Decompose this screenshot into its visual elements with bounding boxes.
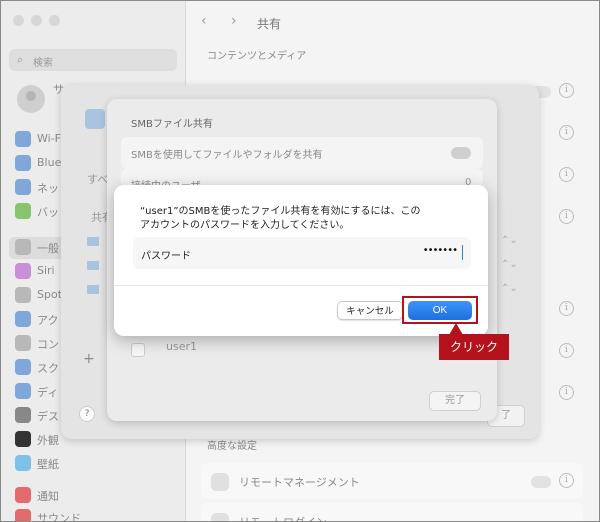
dialog-divider (114, 285, 488, 286)
smb-toggle-label: SMBを使用してファイルやフォルダを共有 (131, 150, 323, 161)
sidebar-item-icon (15, 455, 31, 471)
text-cursor (462, 245, 463, 260)
sidebar-item-label: デス (37, 410, 59, 423)
sidebar-item[interactable]: 通知 (15, 485, 175, 505)
info-icon[interactable]: i (559, 301, 574, 316)
sheet-label-all: すべ (87, 173, 109, 186)
remote-management-label: リモートマネージメント (239, 476, 360, 489)
add-icon[interactable]: + (83, 351, 95, 367)
info-icon[interactable]: i (559, 473, 574, 488)
password-label: パスワード (141, 251, 191, 262)
sidebar-item-label: コン (37, 338, 59, 351)
close-window-icon[interactable] (13, 15, 24, 26)
sidebar-item-icon (15, 263, 31, 279)
sidebar-item-icon (15, 287, 31, 303)
forward-icon[interactable]: › (231, 13, 237, 29)
sidebar-item[interactable]: 壁紙 (15, 453, 175, 473)
screenshot-frame: ⌕ 検索 サ Wi-F Bluet ネット バッ 一般 Siri Spot アク コン スク ディデ… (0, 0, 600, 522)
page-title: 共有 (257, 17, 282, 31)
folder-icon[interactable] (87, 285, 99, 294)
info-icon[interactable]: i (559, 125, 574, 140)
remote-login-icon (211, 513, 229, 521)
dialog-message-line2: アカウントのパスワードを入力してください。 (140, 220, 350, 231)
remote-management-toggle[interactable] (531, 476, 551, 488)
avatar[interactable] (17, 85, 45, 113)
folder-icon[interactable] (87, 237, 99, 246)
sidebar-item-label: 一般 (37, 242, 59, 255)
info-icon[interactable]: i (559, 209, 574, 224)
dialog-message-line1: “user1”のSMBを使ったファイル共有を有効にするには、この (140, 206, 421, 217)
sidebar-item-label: アク (37, 314, 59, 327)
user-checkbox[interactable] (131, 343, 145, 357)
sidebar-search-input[interactable]: ⌕ 検索 (9, 49, 177, 71)
stepper-icon[interactable]: ⌃⌄ (501, 235, 518, 246)
user-name: user1 (166, 340, 197, 353)
sidebar-item-icon (15, 335, 31, 351)
search-placeholder: 検索 (33, 58, 53, 69)
folder-app-icon (85, 109, 105, 129)
sidebar-item-icon (15, 431, 31, 447)
search-icon: ⌕ (17, 53, 24, 66)
sidebar-item-icon (15, 509, 31, 521)
folder-icon[interactable] (87, 261, 99, 270)
password-field[interactable]: パスワード ••••••• (133, 237, 471, 269)
click-callout: クリック (439, 334, 509, 360)
remote-management-row[interactable]: リモートマネージメント (201, 463, 583, 499)
sidebar-item-icon (15, 179, 31, 195)
sidebar-item-label: Wi-F (37, 132, 61, 145)
sidebar-item-label: Siri (37, 264, 55, 277)
sidebar-item-icon (15, 155, 31, 171)
sidebar-item-icon (15, 487, 31, 503)
sidebar-item-icon (15, 131, 31, 147)
sidebar-item-label: スク (37, 362, 59, 375)
smb-sheet-title: SMBファイル共有 (131, 119, 213, 130)
smb-done-button[interactable]: 完了 (429, 391, 481, 411)
info-icon[interactable]: i (559, 385, 574, 400)
sidebar-item-label: サウンド (37, 512, 81, 522)
info-icon[interactable]: i (559, 343, 574, 358)
sidebar-item-icon (15, 203, 31, 219)
remote-login-row[interactable]: リモートログイン (201, 503, 583, 521)
sidebar-item-icon (15, 383, 31, 399)
sidebar-item-label: Spot (37, 288, 63, 301)
sidebar-item-label: ディ (37, 386, 59, 399)
remote-management-icon (211, 473, 229, 491)
stepper-icon[interactable]: ⌃⌄ (501, 259, 518, 270)
sidebar-item-icon (15, 407, 31, 423)
section-content-media: コンテンツとメディア (207, 51, 307, 62)
back-icon[interactable]: ‹ (201, 13, 207, 29)
zoom-window-icon[interactable] (49, 15, 60, 26)
sidebar-item-label: 壁紙 (37, 458, 59, 471)
remote-login-label: リモートログイン (239, 514, 327, 521)
minimize-window-icon[interactable] (31, 15, 42, 26)
info-icon[interactable]: i (559, 83, 574, 98)
sidebar-item-icon (15, 311, 31, 327)
section-advanced: 高度な設定 (207, 441, 257, 452)
help-icon[interactable]: ? (79, 406, 95, 422)
ok-button[interactable]: OK (408, 301, 472, 320)
sidebar-item-icon (15, 359, 31, 375)
sidebar-item-label: 通知 (37, 490, 59, 503)
sidebar-item-label: バッ (37, 206, 59, 219)
password-input-value[interactable]: ••••••• (423, 245, 458, 256)
dialog-message: “user1”のSMBを使ったファイル共有を有効にするには、この アカウントのパ… (140, 205, 470, 233)
info-icon[interactable]: i (559, 167, 574, 182)
smb-toggle[interactable] (451, 147, 471, 159)
smb-toggle-row[interactable]: SMBを使用してファイルやフォルダを共有 (121, 137, 483, 169)
sidebar-item[interactable]: サウンド (15, 507, 175, 522)
sidebar-item-label: 外観 (37, 434, 59, 447)
cancel-button[interactable]: キャンセル (337, 301, 403, 320)
sidebar-item-icon (15, 239, 31, 255)
stepper-icon[interactable]: ⌃⌄ (501, 283, 518, 294)
